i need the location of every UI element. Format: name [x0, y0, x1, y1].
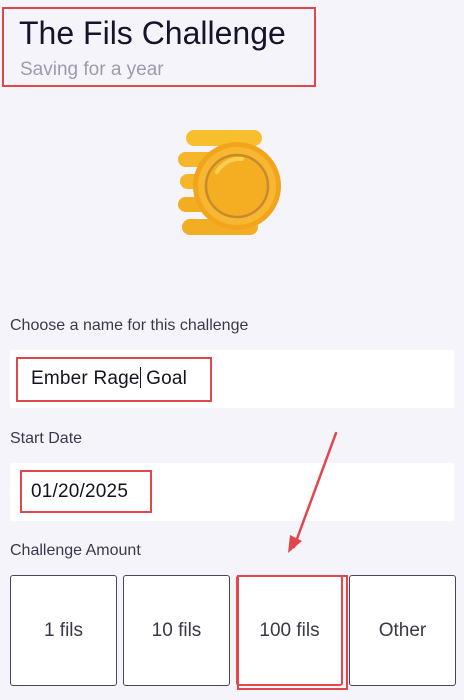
- challenge-amount-options: 1 fils 10 fils 100 fils Other: [10, 575, 456, 688]
- start-date-value: 01/20/2025: [31, 481, 129, 502]
- start-date-input[interactable]: 01/20/2025: [10, 463, 454, 521]
- amount-option-100-fils[interactable]: 100 fils: [236, 575, 343, 686]
- page-header: The Fils Challenge Saving for a year: [0, 0, 464, 92]
- amount-option-10-fils[interactable]: 10 fils: [123, 575, 230, 686]
- text-caret: [139, 366, 141, 388]
- amount-option-other[interactable]: Other: [349, 575, 456, 686]
- name-field-label: Choose a name for this challenge: [10, 317, 249, 334]
- challenge-name-value: Ember Rage Goal: [31, 366, 188, 389]
- challenge-amount-label: Challenge Amount: [10, 542, 141, 559]
- challenge-setup-screen: The Fils Challenge Saving for a year Cho…: [0, 0, 464, 700]
- page-subtitle: Saving for a year: [20, 59, 164, 80]
- coin-icon: [172, 122, 284, 244]
- page-title: The Fils Challenge: [19, 15, 286, 51]
- challenge-name-input[interactable]: Ember Rage Goal: [10, 350, 454, 408]
- amount-option-1-fils[interactable]: 1 fils: [10, 575, 117, 686]
- start-date-label: Start Date: [10, 430, 83, 447]
